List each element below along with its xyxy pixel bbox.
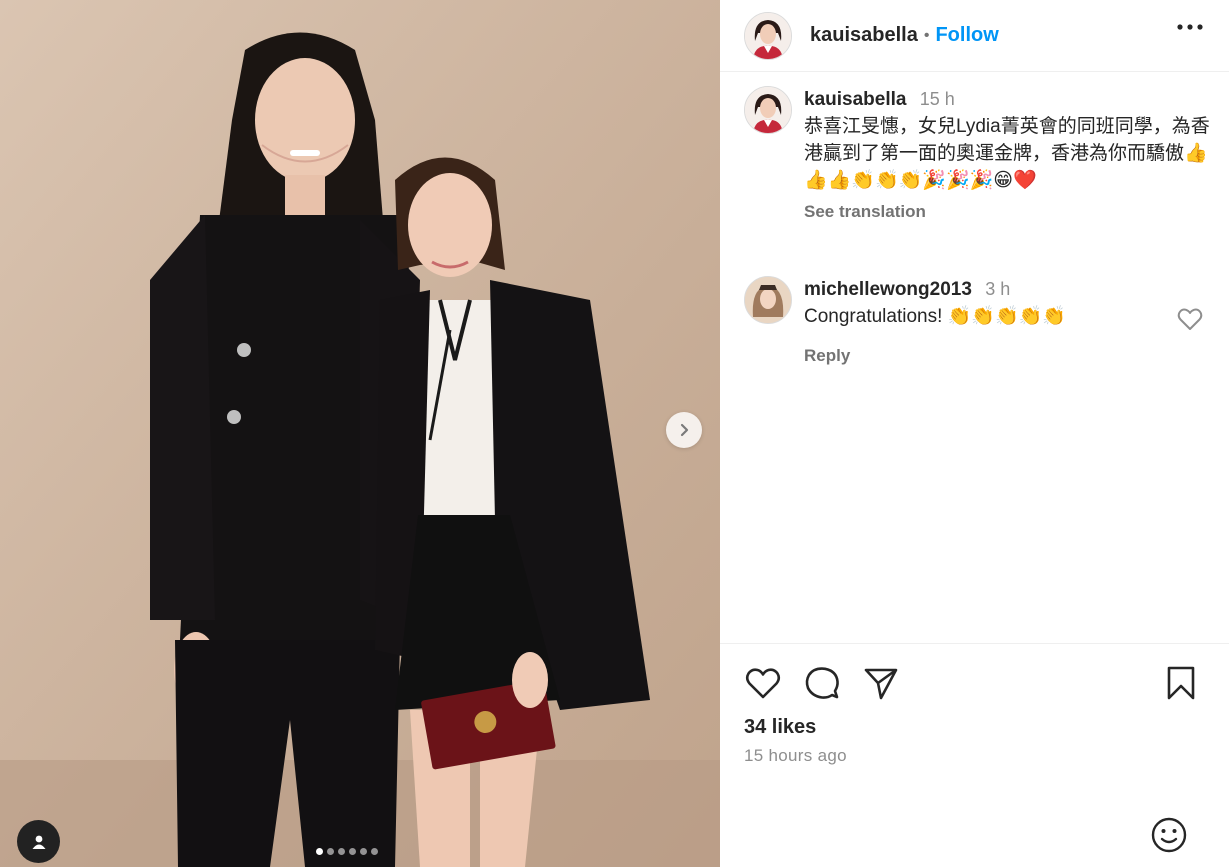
caption-body: kauisabella 15 h 恭喜江旻憓，女兒Lydia菁英會的同班同學，為… (804, 86, 1214, 225)
post-header: kauisabella • Follow (720, 0, 1229, 72)
bookmark-icon (1167, 666, 1195, 700)
caption-author-avatar[interactable] (744, 86, 792, 134)
post-panel: kauisabella • Follow kauisabella 15 h 恭喜… (720, 0, 1229, 867)
post-photo (0, 0, 720, 867)
separator-dot: • (923, 26, 930, 44)
author-username[interactable]: kauisabella (810, 24, 918, 47)
avatar-image (745, 277, 791, 323)
user-tag-icon (32, 835, 45, 849)
caption-username[interactable]: kauisabella (804, 89, 906, 110)
commenter-username[interactable]: michellewong2013 (804, 279, 972, 300)
post-timestamp[interactable]: 15 hours ago (744, 746, 847, 766)
post-caption: kauisabella 15 h 恭喜江旻憓，女兒Lydia菁英會的同班同學，為… (744, 86, 1214, 225)
comment-item: michellewong2013 3 h Congratulations! 👏👏… (744, 276, 1214, 369)
actions-divider (720, 643, 1229, 644)
more-options-button[interactable] (1173, 17, 1207, 37)
slide-dot (349, 848, 356, 855)
slide-dot (371, 848, 378, 855)
tagged-users-button[interactable] (17, 820, 60, 863)
slide-dot (360, 848, 367, 855)
caption-text: 恭喜江旻憓，女兒Lydia菁英會的同班同學，為香港贏到了第一面的奧運金牌，香港為… (804, 116, 1210, 164)
save-button[interactable] (1162, 664, 1200, 702)
next-slide-button[interactable] (666, 412, 702, 448)
like-button[interactable] (744, 664, 782, 702)
follow-button[interactable]: Follow (935, 24, 998, 47)
caption-time[interactable]: 15 h (920, 89, 955, 109)
avatar-image (745, 87, 791, 133)
post-media[interactable] (0, 0, 720, 867)
slide-indicator (316, 848, 378, 855)
emoji-picker-button[interactable] (1150, 816, 1188, 854)
slide-dot (338, 848, 345, 855)
like-count[interactable]: 34 likes (744, 716, 816, 739)
slide-dot (327, 848, 334, 855)
comment-bubble-icon (805, 667, 839, 699)
more-options-icon (1177, 24, 1203, 30)
author-avatar[interactable] (744, 11, 792, 60)
smiley-icon (1151, 817, 1187, 853)
comment-emojis: 👏👏👏👏👏 (947, 306, 1066, 327)
heart-icon (745, 668, 781, 699)
comment-body: michellewong2013 3 h Congratulations! 👏👏… (804, 276, 1066, 369)
slide-dot-active (316, 848, 323, 855)
share-button[interactable] (862, 664, 900, 702)
comment-text: Congratulations! (804, 306, 943, 327)
comment-button[interactable] (803, 664, 841, 702)
reply-button[interactable]: Reply (804, 342, 850, 369)
avatar-image (745, 12, 791, 59)
paper-plane-icon (864, 668, 898, 700)
heart-icon (1177, 308, 1203, 330)
like-comment-button[interactable] (1177, 307, 1203, 331)
see-translation-link[interactable]: See translation (804, 198, 926, 225)
comment-time[interactable]: 3 h (985, 279, 1010, 299)
commenter-avatar[interactable] (744, 276, 792, 324)
caption-text-block: 恭喜江旻憓，女兒Lydia菁英會的同班同學，為香港贏到了第一面的奧運金牌，香港為… (804, 113, 1214, 194)
chevron-right-icon (680, 423, 689, 437)
